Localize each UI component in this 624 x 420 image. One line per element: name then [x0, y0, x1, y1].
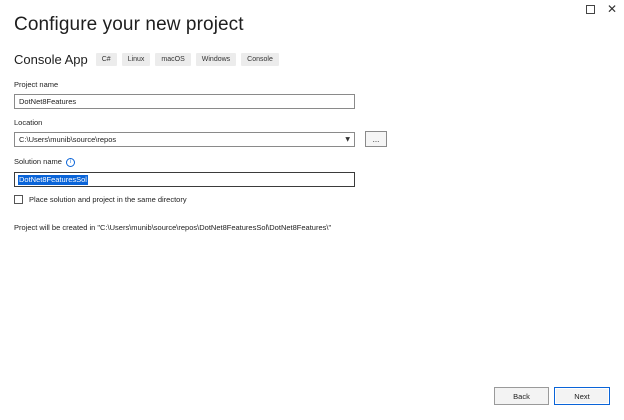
close-button[interactable]: ✕ — [597, 0, 624, 18]
template-name: Console App — [14, 52, 88, 67]
next-label: Next — [574, 391, 590, 401]
project-name-input[interactable]: DotNet8Features — [14, 94, 355, 109]
info-icon[interactable]: i — [65, 157, 75, 167]
project-path-note: Project will be created in "C:\Users\mun… — [14, 223, 332, 232]
chevron-down-icon: ▼ — [345, 136, 350, 143]
project-name-label: Project name — [14, 80, 59, 89]
solution-name-input[interactable]: DotNet8FeaturesSol — [14, 172, 355, 187]
same-directory-checkbox[interactable] — [14, 195, 23, 204]
location-dropdown[interactable]: C:\Users\munib\source\repos ▼ — [14, 132, 355, 147]
page-title: Configure your new project — [14, 14, 244, 35]
tag-macos: macOS — [155, 53, 191, 66]
tag-console: Console — [241, 53, 279, 66]
back-button[interactable]: Back — [494, 387, 549, 405]
maximize-icon — [585, 4, 595, 14]
next-button[interactable]: Next — [554, 387, 610, 405]
tag-windows: Windows — [195, 53, 237, 66]
solution-name-label-row: Solution name i — [14, 157, 75, 167]
solution-name-value: DotNet8FeaturesSol — [18, 174, 88, 185]
template-info: Console App C# Linux macOS Windows Conso… — [14, 52, 284, 67]
close-icon: ✕ — [606, 2, 618, 16]
tag-linux: Linux — [121, 53, 151, 66]
tag-language: C# — [95, 53, 117, 66]
same-directory-label: Place solution and project in the same d… — [29, 195, 187, 204]
same-directory-option[interactable]: Place solution and project in the same d… — [14, 195, 187, 204]
browse-label: ... — [372, 134, 380, 144]
back-label: Back — [513, 391, 530, 401]
project-name-value: DotNet8Features — [19, 97, 77, 106]
browse-button[interactable]: ... — [365, 131, 387, 147]
solution-name-label: Solution name — [14, 157, 62, 166]
location-label: Location — [14, 118, 43, 127]
location-value: C:\Users\munib\source\repos — [19, 135, 117, 144]
